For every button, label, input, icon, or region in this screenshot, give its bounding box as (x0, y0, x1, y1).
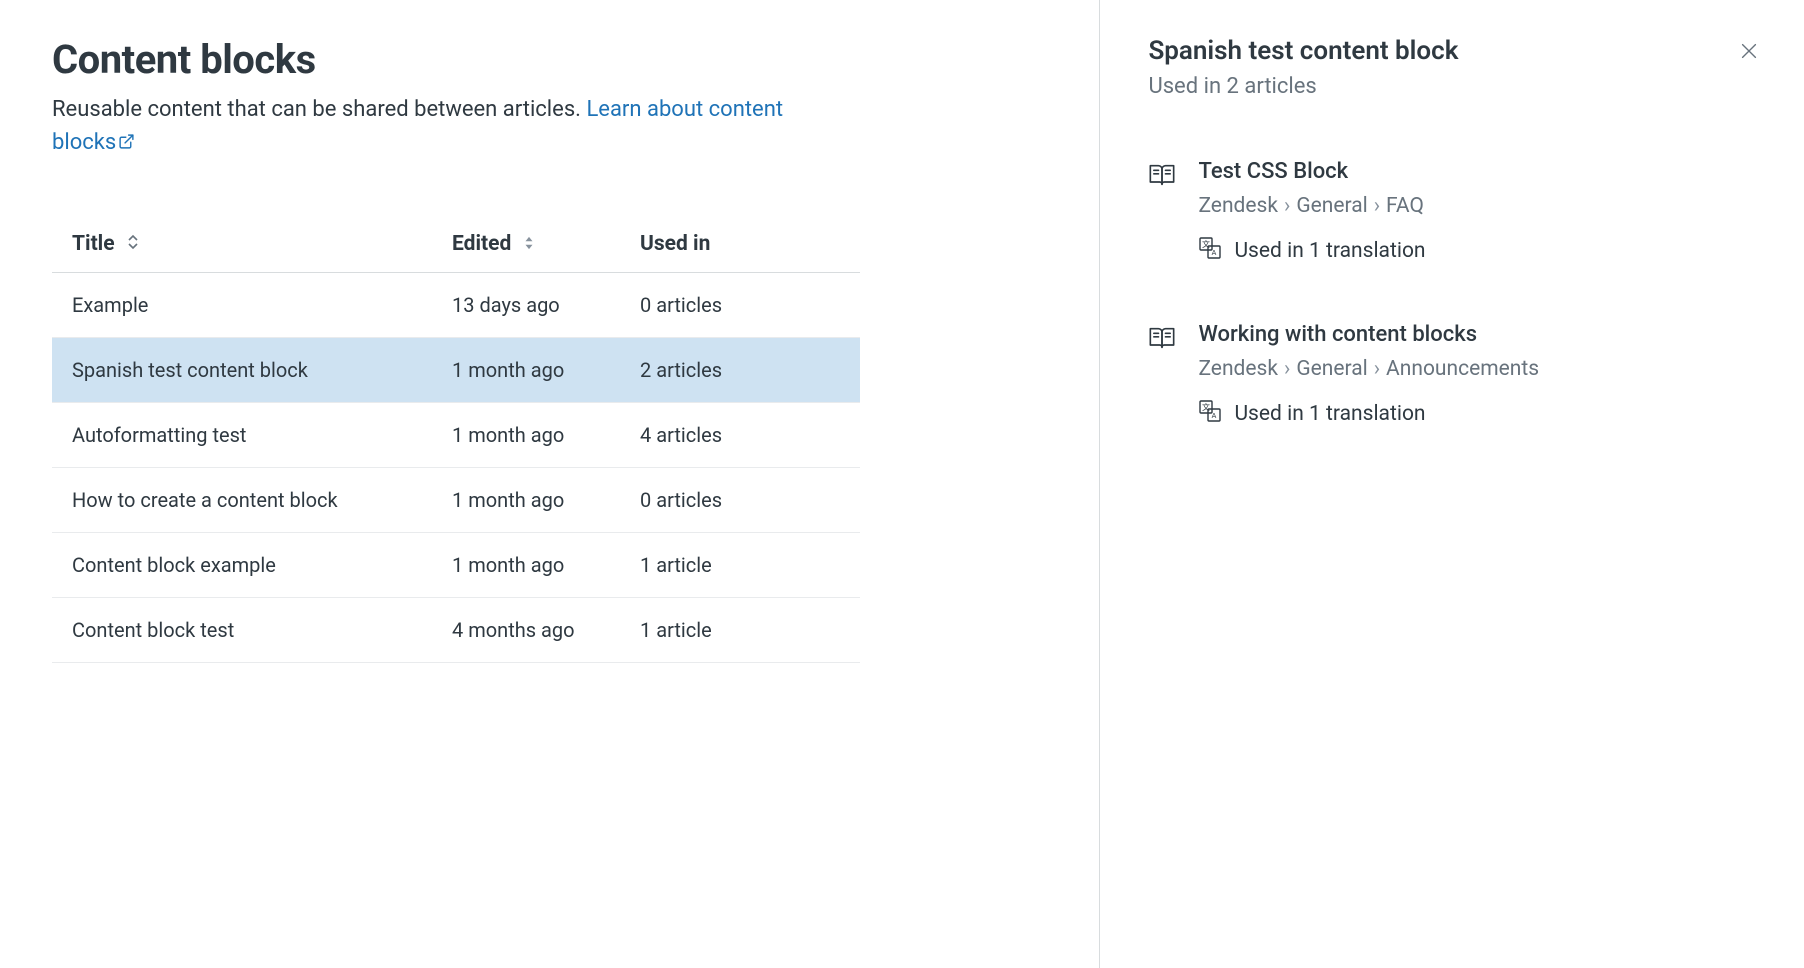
cell-used_in: 2 articles (620, 338, 860, 403)
svg-text:A: A (1212, 413, 1217, 420)
col-edited[interactable]: Edited (432, 216, 620, 273)
external-link-icon (118, 127, 135, 160)
book-icon (1148, 324, 1176, 357)
cell-used_in: 0 articles (620, 273, 860, 338)
cell-edited: 1 month ago (432, 403, 620, 468)
close-icon (1738, 50, 1760, 65)
cell-used_in: 0 articles (620, 468, 860, 533)
table-row[interactable]: Content block example1 month ago1 articl… (52, 533, 860, 598)
cell-edited: 1 month ago (432, 338, 620, 403)
breadcrumb-segment[interactable]: General (1296, 357, 1367, 381)
detail-subtitle: Used in 2 articles (1148, 74, 1458, 99)
cell-title: Autoformatting test (52, 403, 432, 468)
page-subtitle: Reusable content that can be shared betw… (52, 93, 832, 160)
breadcrumb: Zendesk›General›Announcements (1198, 357, 1764, 381)
translation-icon: 文A (1198, 236, 1222, 266)
svg-text:文: 文 (1202, 239, 1210, 249)
detail-title: Spanish test content block (1148, 36, 1458, 66)
cell-edited: 4 months ago (432, 598, 620, 663)
book-icon (1148, 161, 1176, 194)
article-body: Working with content blocksZendesk›Gener… (1198, 322, 1764, 429)
cell-used_in: 4 articles (620, 403, 860, 468)
translation-row: 文A Used in 1 translation (1198, 399, 1764, 429)
article-item[interactable]: Working with content blocksZendesk›Gener… (1148, 322, 1764, 429)
article-item[interactable]: Test CSS BlockZendesk›General›FAQ文AUsed … (1148, 159, 1764, 266)
breadcrumb: Zendesk›General›FAQ (1198, 194, 1764, 218)
cell-used_in: 1 article (620, 533, 860, 598)
cell-title: Example (52, 273, 432, 338)
breadcrumb-segment[interactable]: FAQ (1386, 194, 1424, 218)
article-title: Test CSS Block (1198, 159, 1764, 184)
cell-title: Content block example (52, 533, 432, 598)
translation-icon: 文A (1198, 399, 1222, 429)
cell-edited: 13 days ago (432, 273, 620, 338)
breadcrumb-segment[interactable]: Zendesk (1198, 194, 1278, 218)
svg-text:文: 文 (1202, 402, 1210, 412)
page-title: Content blocks (52, 36, 1099, 83)
sort-icon (523, 232, 535, 256)
cell-edited: 1 month ago (432, 533, 620, 598)
col-used-in[interactable]: Used in (620, 216, 860, 273)
main-panel: Content blocks Reusable content that can… (0, 0, 1100, 968)
page-subtitle-text: Reusable content that can be shared betw… (52, 97, 586, 122)
article-body: Test CSS BlockZendesk›General›FAQ文AUsed … (1198, 159, 1764, 266)
table-row[interactable]: Spanish test content block1 month ago2 a… (52, 338, 860, 403)
translation-row: 文A Used in 1 translation (1198, 236, 1764, 266)
table-row[interactable]: Example13 days ago0 articles (52, 273, 860, 338)
sort-asc-icon (126, 232, 140, 256)
translation-text: Used in 1 translation (1234, 402, 1425, 426)
chevron-right-icon: › (1374, 357, 1380, 381)
content-blocks-table: Title Edited Used in (52, 216, 860, 663)
table-row[interactable]: Content block test4 months ago1 article (52, 598, 860, 663)
table-row[interactable]: Autoformatting test1 month ago4 articles (52, 403, 860, 468)
cell-title: Spanish test content block (52, 338, 432, 403)
article-title: Working with content blocks (1198, 322, 1764, 347)
chevron-right-icon: › (1284, 357, 1290, 381)
cell-edited: 1 month ago (432, 468, 620, 533)
breadcrumb-segment[interactable]: Zendesk (1198, 357, 1278, 381)
table-row[interactable]: How to create a content block1 month ago… (52, 468, 860, 533)
cell-title: How to create a content block (52, 468, 432, 533)
col-title[interactable]: Title (52, 216, 432, 273)
svg-text:A: A (1212, 250, 1217, 257)
breadcrumb-segment[interactable]: General (1296, 194, 1367, 218)
close-button[interactable] (1734, 36, 1764, 69)
chevron-right-icon: › (1374, 194, 1380, 218)
translation-text: Used in 1 translation (1234, 239, 1425, 263)
chevron-right-icon: › (1284, 194, 1290, 218)
cell-used_in: 1 article (620, 598, 860, 663)
detail-panel: Spanish test content block Used in 2 art… (1100, 0, 1804, 968)
cell-title: Content block test (52, 598, 432, 663)
breadcrumb-segment[interactable]: Announcements (1386, 357, 1539, 381)
